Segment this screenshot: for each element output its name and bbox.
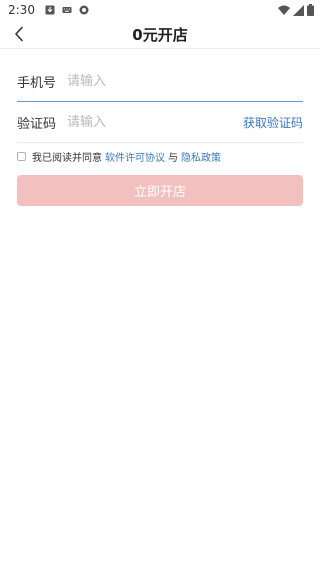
keyboard-notification-icon (62, 7, 72, 13)
agreement-conjunction: 与 (168, 153, 178, 164)
battery-icon (307, 4, 314, 16)
status-bar: 2:30 (0, 0, 320, 20)
agreement-checkbox[interactable] (17, 152, 26, 161)
status-right-icons (278, 4, 314, 16)
phone-label: 手机号 (17, 76, 57, 91)
phone-input[interactable] (67, 69, 303, 94)
status-time: 2:30 (8, 3, 35, 17)
code-label: 验证码 (17, 117, 57, 132)
privacy-policy-link[interactable]: 隐私政策 (181, 149, 221, 164)
nav-bar: 0元开店 (0, 20, 320, 48)
download-notification-icon (45, 5, 55, 15)
get-code-button[interactable]: 获取验证码 (243, 114, 303, 131)
nav-divider (0, 48, 320, 49)
agreement-prefix: 我已阅读并同意 (32, 153, 102, 164)
phone-field-row: 手机号 (17, 62, 303, 102)
license-agreement-link[interactable]: 软件许可协议 (105, 149, 165, 164)
wifi-icon (278, 5, 290, 15)
open-store-button[interactable]: 立即开店 (17, 175, 303, 206)
record-notification-icon (79, 5, 89, 15)
code-input[interactable] (67, 110, 243, 135)
status-notifications (45, 5, 89, 15)
code-field-row: 验证码 获取验证码 (17, 103, 303, 143)
page-title: 0元开店 (132, 26, 188, 44)
cellular-signal-icon (293, 4, 304, 16)
agreement-row: 我已阅读并同意 软件许可协议 与 隐私政策 (17, 149, 224, 164)
